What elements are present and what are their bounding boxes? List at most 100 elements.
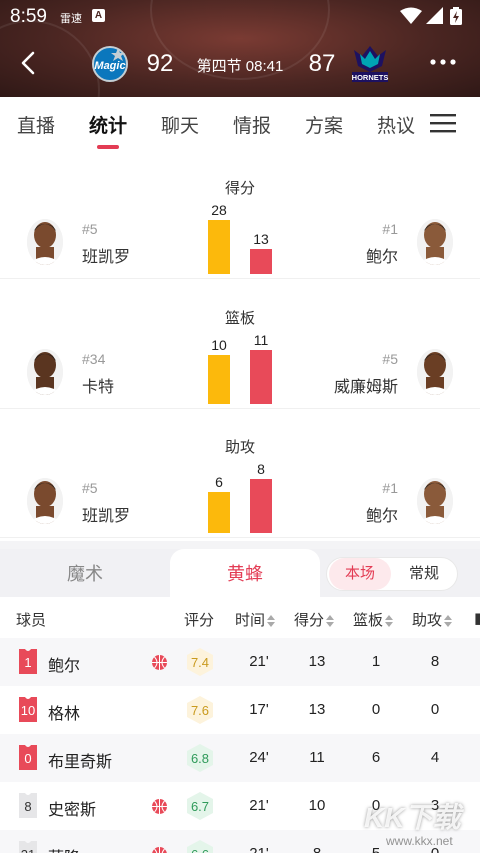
jersey-number: 1 bbox=[24, 655, 32, 670]
player-name-left[interactable]: 卡特 bbox=[82, 373, 114, 397]
table-row[interactable]: 1 鲍尔 7.4 21' 13 1 8 bbox=[0, 638, 480, 686]
status-time: 8:59 bbox=[10, 6, 47, 27]
header-points[interactable]: 得分 bbox=[294, 609, 335, 630]
player-name-right[interactable]: 鲍尔 bbox=[366, 243, 398, 267]
cell-points: 8 bbox=[297, 845, 337, 853]
tab-stats[interactable]: 统计 bbox=[78, 111, 138, 138]
player-number-left: #34 bbox=[82, 351, 106, 367]
header-rebounds-label: 篮板 bbox=[353, 612, 384, 629]
stat-value-left: 28 bbox=[211, 202, 227, 218]
leader-block: 助攻 #5 班凯罗 #1 鲍尔 6 8 bbox=[0, 410, 480, 538]
rating-badge: 6.8 bbox=[186, 743, 214, 773]
leader-block: 得分 #5 班凯罗 #1 鲍尔 28 13 bbox=[0, 151, 480, 279]
cell-assists: 8 bbox=[430, 653, 440, 670]
player-name[interactable]: 鲍尔 bbox=[48, 652, 80, 676]
player-number-right: #1 bbox=[382, 480, 398, 496]
cell-time: 17' bbox=[249, 701, 269, 718]
main-tabs: 直播 统计 聊天 情报 方案 热议 bbox=[0, 97, 480, 151]
player-name[interactable]: 史密斯 bbox=[48, 796, 96, 820]
header-points-label: 得分 bbox=[294, 612, 325, 629]
match-header: 8:59 雷速 A Magic 92 第四节 08:41 87 HORNETS bbox=[0, 0, 480, 97]
sort-icon bbox=[444, 615, 453, 628]
status-app-label: 雷速 bbox=[60, 13, 82, 25]
cell-time: 21' bbox=[249, 653, 269, 670]
player-avatar-right[interactable] bbox=[417, 349, 453, 395]
sort-icon bbox=[267, 615, 276, 628]
more-options-icon[interactable] bbox=[428, 52, 458, 72]
watermark: KK下载 www.kkx.net bbox=[360, 796, 478, 853]
rating-value: 6.6 bbox=[186, 847, 214, 853]
watermark-text: KK下载 bbox=[364, 802, 461, 833]
header-assists[interactable]: 助攻 bbox=[412, 609, 453, 630]
player-name-right[interactable]: 威廉姆斯 bbox=[334, 373, 398, 397]
stat-value-right: 8 bbox=[257, 461, 265, 477]
jersey-icon: 0 bbox=[16, 745, 40, 770]
header-more-columns: ▮ bbox=[474, 610, 480, 627]
tab-plans[interactable]: 方案 bbox=[294, 111, 354, 138]
cell-rebounds: 6 bbox=[371, 749, 381, 766]
player-avatar-left[interactable] bbox=[27, 349, 63, 395]
leader-title: 篮板 bbox=[224, 310, 255, 327]
player-avatar-right[interactable] bbox=[417, 478, 453, 524]
tab-live[interactable]: 直播 bbox=[6, 111, 66, 138]
player-name[interactable]: 格林 bbox=[48, 700, 80, 724]
tab-chat[interactable]: 聊天 bbox=[150, 111, 210, 138]
leader-title: 助攻 bbox=[224, 439, 255, 456]
jersey-icon: 8 bbox=[16, 793, 40, 818]
match-period: 第四节 08:41 bbox=[196, 58, 284, 75]
leader-title: 得分 bbox=[224, 180, 255, 197]
toggle-regular-season[interactable]: 常规 bbox=[393, 558, 455, 590]
team-tab-magic[interactable]: 魔术 bbox=[0, 549, 170, 597]
jersey-icon: 1 bbox=[16, 649, 40, 674]
player-name-left[interactable]: 班凯罗 bbox=[82, 502, 130, 526]
sort-icon bbox=[385, 615, 394, 628]
player-name[interactable]: 萨隆 bbox=[48, 844, 80, 853]
stat-bar-right bbox=[250, 479, 272, 533]
basketball-icon bbox=[152, 799, 167, 814]
away-score: 87 bbox=[308, 50, 336, 77]
stat-value-left: 6 bbox=[215, 474, 223, 490]
hornets-logo[interactable]: HORNETS bbox=[348, 42, 392, 86]
menu-icon[interactable] bbox=[430, 112, 456, 134]
player-name[interactable]: 布里奇斯 bbox=[48, 748, 112, 772]
cell-points: 10 bbox=[308, 797, 326, 814]
table-row[interactable]: 0 布里奇斯 6.8 24' 11 6 4 bbox=[0, 734, 480, 782]
active-tab-indicator bbox=[97, 145, 119, 149]
player-avatar-right[interactable] bbox=[417, 219, 453, 265]
jersey-number: 21 bbox=[16, 847, 40, 853]
header-player: 球员 bbox=[16, 612, 47, 629]
jersey-icon: 10 bbox=[16, 697, 40, 722]
header-rating[interactable]: 评分 bbox=[184, 609, 214, 630]
stat-value-right: 11 bbox=[253, 332, 269, 348]
team-tab-hornets[interactable]: 黄蜂 bbox=[170, 549, 320, 597]
header-time[interactable]: 时间 bbox=[235, 609, 276, 630]
hornets-logo-text: HORNETS bbox=[352, 73, 389, 82]
table-row[interactable]: 10 格林 7.6 17' 13 0 0 bbox=[0, 686, 480, 734]
leaders-section: 得分 #5 班凯罗 #1 鲍尔 28 13 篮板 #34 卡特 #5 威廉姆斯 10 11 助攻 #5 班凯罗 #… bbox=[0, 151, 480, 541]
player-avatar-left[interactable] bbox=[27, 478, 63, 524]
toggle-this-game[interactable]: 本场 bbox=[329, 558, 391, 590]
table-header: 球员 评分 时间 得分 篮板 助攻 ▮ bbox=[0, 597, 480, 638]
cell-points: 13 bbox=[308, 701, 326, 718]
cell-assists: 4 bbox=[430, 749, 440, 766]
player-name-left[interactable]: 班凯罗 bbox=[82, 243, 130, 267]
stat-value-right: 13 bbox=[253, 231, 269, 247]
tab-intel[interactable]: 情报 bbox=[222, 111, 282, 138]
magic-logo[interactable]: Magic bbox=[88, 42, 132, 86]
magic-logo-text: Magic bbox=[94, 60, 125, 72]
cell-time: 21' bbox=[239, 845, 279, 853]
battery-icon bbox=[450, 7, 462, 25]
stat-bar-left bbox=[208, 355, 230, 404]
player-avatar-left[interactable] bbox=[27, 219, 63, 265]
player-number-left: #5 bbox=[82, 480, 98, 496]
player-name-right[interactable]: 鲍尔 bbox=[366, 502, 398, 526]
header-rebounds[interactable]: 篮板 bbox=[353, 609, 394, 630]
stat-bar-right bbox=[250, 249, 272, 274]
tab-discussion[interactable]: 热议 bbox=[366, 111, 426, 138]
cell-rebounds: 1 bbox=[371, 653, 381, 670]
rating-badge: 6.7 bbox=[186, 791, 214, 821]
status-bar: 8:59 雷速 A bbox=[0, 0, 480, 32]
back-arrow-icon[interactable] bbox=[18, 50, 40, 76]
basketball-icon bbox=[152, 655, 167, 670]
stat-bar-left bbox=[208, 220, 230, 274]
